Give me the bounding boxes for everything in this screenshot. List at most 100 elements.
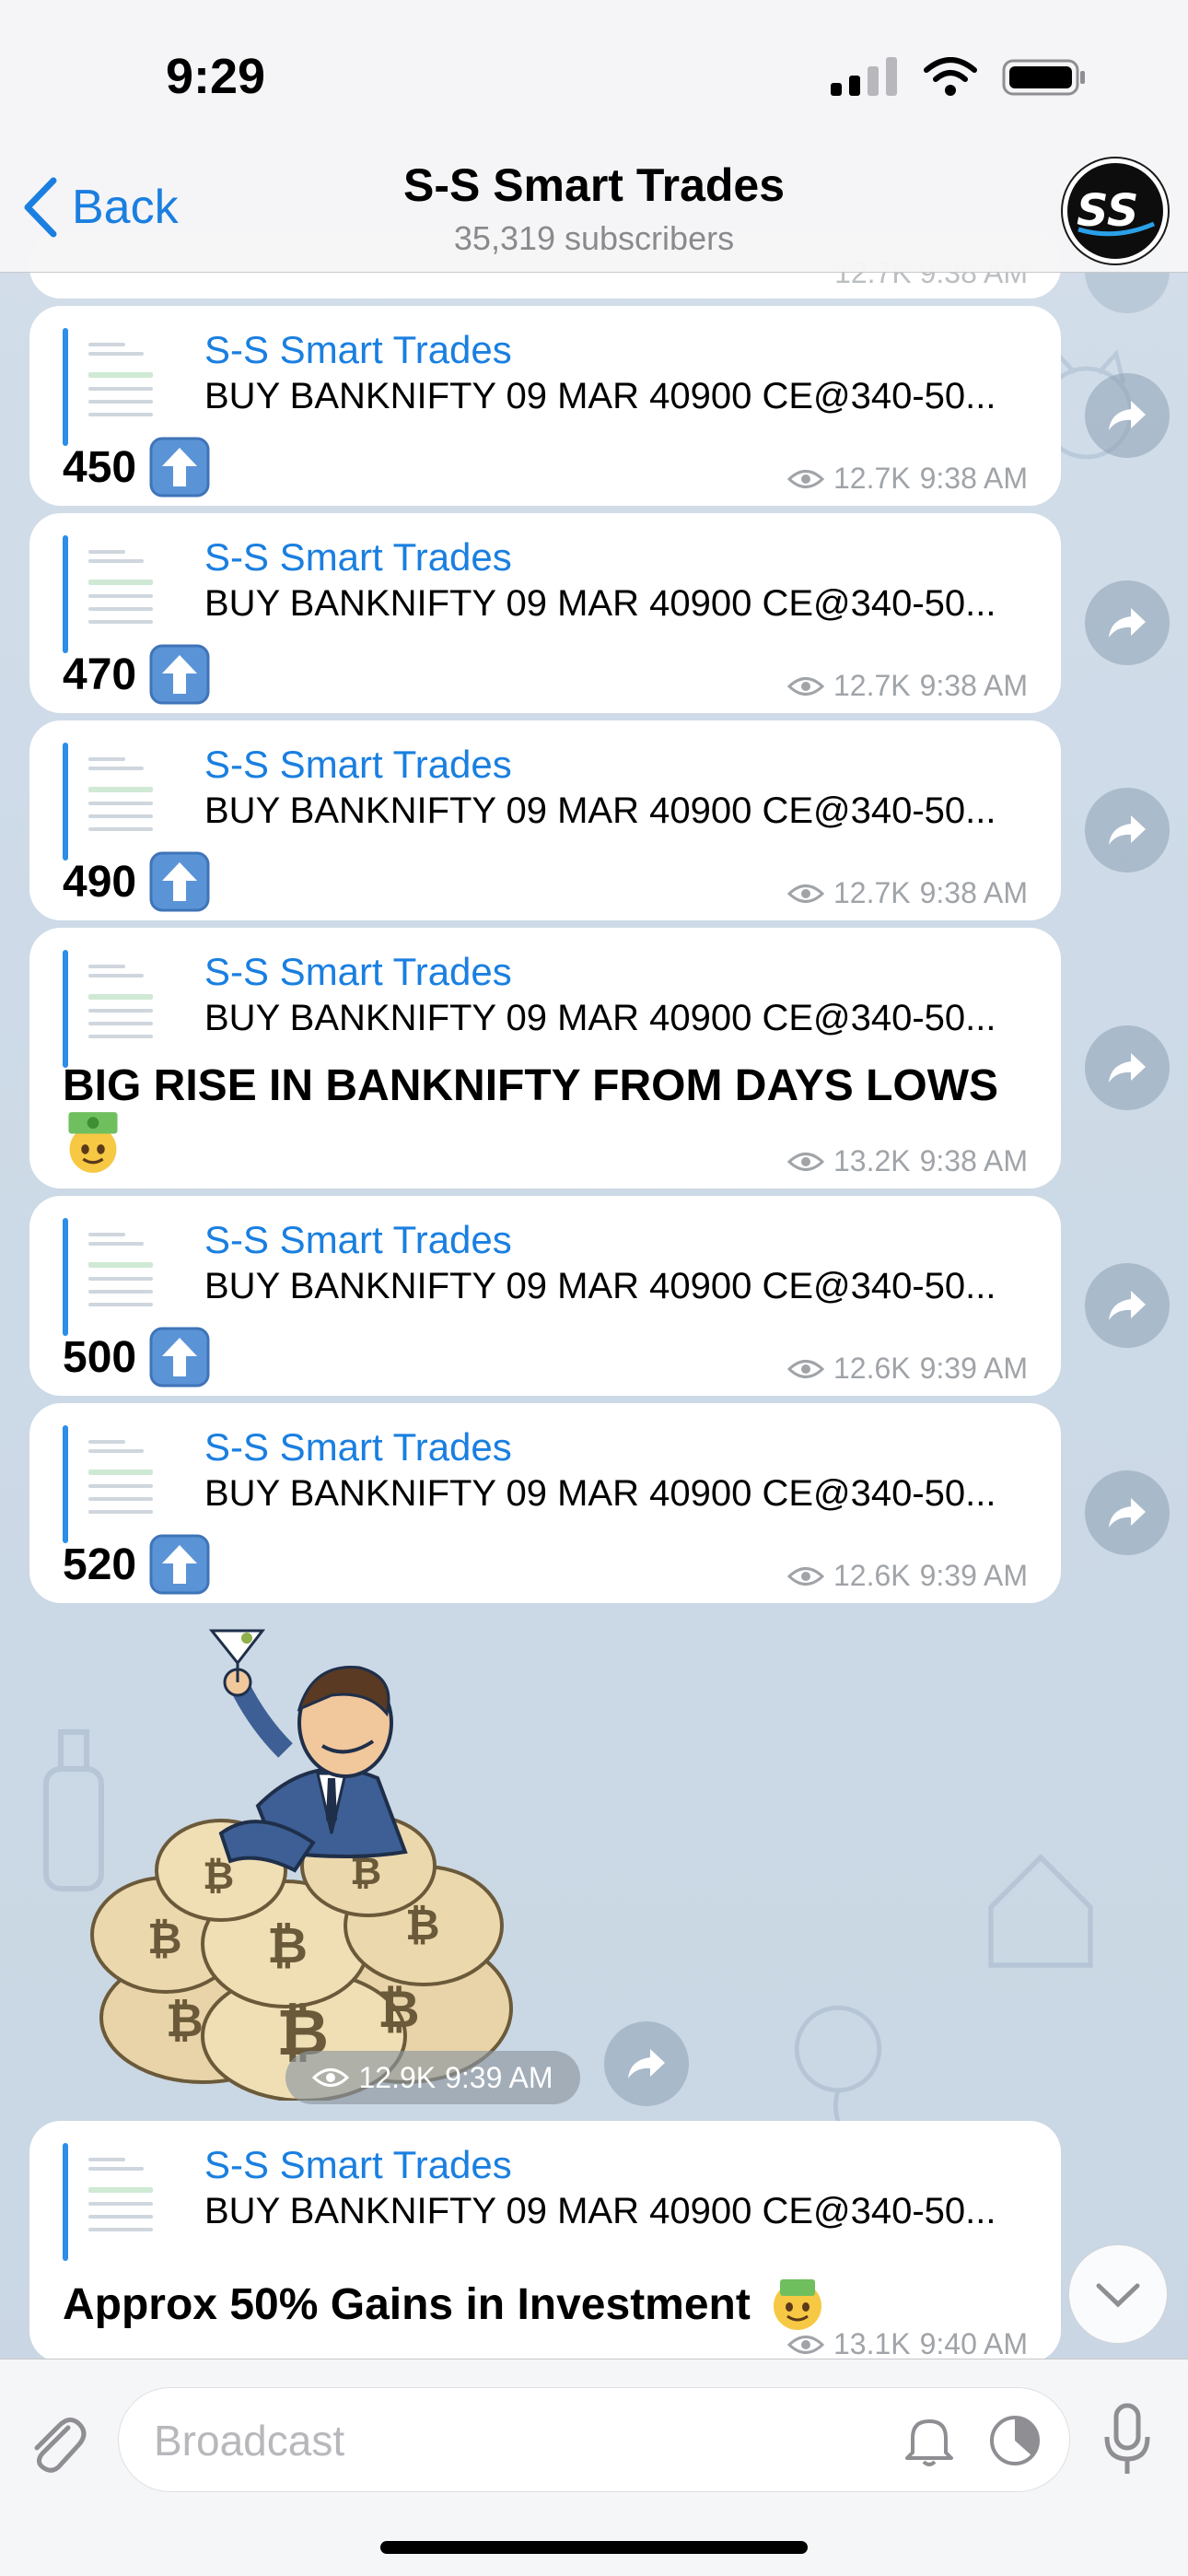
reply-quote[interactable]: S-S Smart Trades BUY BANKNIFTY 09 MAR 409…: [63, 950, 1041, 1068]
forward-arrow-icon: [1109, 1052, 1146, 1083]
reply-quote[interactable]: S-S Smart Trades BUY BANKNIFTY 09 MAR 409…: [63, 328, 1041, 446]
quote-sender-name: S-S Smart Trades: [204, 328, 512, 371]
schedule-timer-icon[interactable]: [986, 2412, 1043, 2469]
message-text: 470: [63, 650, 137, 699]
message-meta: 13.1K 9:40 AM: [786, 2327, 1028, 2361]
home-indicator: [380, 2541, 808, 2554]
bell-icon[interactable]: [902, 2412, 957, 2469]
forward-button[interactable]: [604, 2021, 689, 2106]
svg-text:₿: ₿: [267, 1916, 308, 1974]
message-time: 9:39 AM: [919, 1352, 1028, 1385]
message-time: 9:39 AM: [919, 1559, 1028, 1592]
message-text: BIG RISE IN BANKNIFTY FROM DAYS LOWS: [63, 1061, 999, 1110]
message-meta: 13.2K 9:38 AM: [786, 1144, 1028, 1178]
forward-button[interactable]: [1085, 580, 1170, 665]
forward-arrow-icon: [628, 2049, 665, 2078]
message-meta: 12.7K 9:38 AM: [786, 669, 1028, 703]
views-count: 12.6K: [833, 1559, 911, 1592]
paperclip-icon[interactable]: [26, 2411, 87, 2476]
quote-thumbnail: [83, 957, 164, 1060]
doodle-balloon: [794, 2005, 882, 2137]
forward-arrow-icon: [1109, 1290, 1146, 1320]
views-eye-icon: [786, 884, 824, 903]
forward-button[interactable]: [1085, 1262, 1170, 1348]
message-bubble[interactable]: S-S Smart Trades BUY BANKNIFTY 09 MAR 409…: [29, 928, 1061, 1188]
up-arrow-emoji-icon: [149, 437, 210, 498]
quote-bar: [63, 1218, 68, 1336]
emoji-holder: [61, 1110, 125, 1179]
message-text-row: 470: [63, 644, 210, 705]
quote-bar: [63, 950, 68, 1068]
views-eye-icon: [786, 469, 824, 488]
emoji-holder: [149, 851, 210, 912]
scroll-to-bottom-button[interactable]: [1068, 2244, 1168, 2344]
svg-text:₿: ₿: [166, 1994, 204, 2047]
quote-sender-name: S-S Smart Trades: [204, 743, 512, 786]
chevron-down-icon: [1096, 2283, 1140, 2308]
views-count: 12.9K: [358, 2060, 437, 2094]
money-mouth-emoji-icon: [773, 2279, 821, 2330]
cellular-signal-icon: [831, 57, 897, 96]
quote-thumbnail: [83, 750, 164, 853]
message-text: 450: [63, 442, 137, 492]
reply-quote[interactable]: S-S Smart Trades BUY BANKNIFTY 09 MAR 409…: [63, 1218, 1041, 1336]
forward-button[interactable]: [1085, 787, 1170, 872]
quote-text: BUY BANKNIFTY 09 MAR 40900 CE@340-50...: [204, 790, 996, 831]
up-arrow-emoji-icon: [149, 1327, 210, 1388]
message-time: 9:38 AM: [919, 669, 1028, 702]
money-mouth-emoji-icon: [68, 1112, 118, 1173]
channel-title-area[interactable]: S-S Smart Trades 35,319 subscribers: [0, 158, 1188, 258]
quote-text: BUY BANKNIFTY 09 MAR 40900 CE@340-50...: [204, 376, 996, 416]
subscriber-count: 35,319 subscribers: [453, 219, 735, 257]
message-bubble[interactable]: S-S Smart Trades BUY BANKNIFTY 09 MAR 40…: [29, 2121, 1061, 2362]
quote-text: BUY BANKNIFTY 09 MAR 40900 CE@340-50...: [204, 2191, 996, 2231]
forward-button[interactable]: [1085, 1469, 1170, 1555]
up-arrow-emoji-icon: [149, 1534, 210, 1595]
reply-quote[interactable]: S-S Smart Trades BUY BANKNIFTY 09 MAR 40…: [63, 2143, 1041, 2261]
sticker-meta: 12.9K 9:39 AM: [285, 2051, 580, 2104]
reply-quote[interactable]: S-S Smart Trades BUY BANKNIFTY 09 MAR 409…: [63, 1425, 1041, 1543]
message-text: Approx 50% Gains in Investment: [63, 2279, 751, 2329]
views-eye-icon: [312, 2068, 350, 2087]
message-time: 9:39 AM: [445, 2060, 553, 2094]
message-text-row: 490: [63, 851, 210, 912]
message-meta: 12.6K 9:39 AM: [786, 1352, 1028, 1386]
forward-button[interactable]: [1085, 372, 1170, 458]
message-text: 520: [63, 1540, 137, 1589]
forward-arrow-icon: [1109, 1497, 1146, 1528]
broadcast-input[interactable]: Broadcast: [118, 2387, 1070, 2492]
message-time: 9:40 AM: [919, 2327, 1028, 2360]
message-bubble[interactable]: S-S Smart Trades BUY BANKNIFTY 09 MAR 409…: [29, 1403, 1061, 1603]
message-bubble[interactable]: S-S Smart Trades BUY BANKNIFTY 09 MAR 409…: [29, 306, 1061, 506]
svg-text:₿: ₿: [147, 1914, 182, 1963]
views-count: 12.7K: [833, 876, 911, 909]
quote-bar: [63, 1425, 68, 1543]
message-bubble[interactable]: S-S Smart Trades BUY BANKNIFTY 09 MAR 409…: [29, 513, 1061, 713]
forward-arrow-icon: [1109, 400, 1146, 430]
forward-button[interactable]: [1085, 1025, 1170, 1110]
views-count: 12.6K: [833, 1352, 911, 1385]
battery-icon: [1002, 59, 1085, 96]
message-time: 9:38 AM: [919, 462, 1028, 495]
channel-avatar[interactable]: SS: [1063, 158, 1168, 263]
quote-thumbnail: [83, 335, 164, 439]
quote-text: BUY BANKNIFTY 09 MAR 40900 CE@340-50...: [204, 998, 996, 1038]
sticker-businessman-bitcoin-bags[interactable]: ₿ ₿ ₿ ₿ ₿ ₿ ₿ ₿: [74, 1622, 553, 2101]
message-bubble[interactable]: S-S Smart Trades BUY BANKNIFTY 09 MAR 409…: [29, 720, 1061, 920]
message-bubble[interactable]: S-S Smart Trades BUY BANKNIFTY 09 MAR 409…: [29, 1196, 1061, 1396]
svg-text:₿: ₿: [378, 1980, 420, 2040]
message-time: 9:38 AM: [919, 876, 1028, 909]
quote-thumbnail: [83, 543, 164, 646]
input-placeholder: Broadcast: [154, 2417, 345, 2465]
reply-quote[interactable]: S-S Smart Trades BUY BANKNIFTY 09 MAR 409…: [63, 535, 1041, 653]
microphone-icon[interactable]: [1100, 2402, 1155, 2479]
channel-logo: SS: [1077, 185, 1155, 237]
reply-quote[interactable]: S-S Smart Trades BUY BANKNIFTY 09 MAR 409…: [63, 743, 1041, 861]
wifi-icon: [924, 57, 977, 96]
quote-sender-name: S-S Smart Trades: [204, 1425, 512, 1469]
doodle-house: [988, 1854, 1093, 1968]
message-text-row: 500: [63, 1327, 210, 1388]
up-arrow-emoji-icon: [149, 644, 210, 705]
views-count: 13.1K: [833, 2327, 911, 2360]
views-eye-icon: [786, 1359, 824, 1378]
